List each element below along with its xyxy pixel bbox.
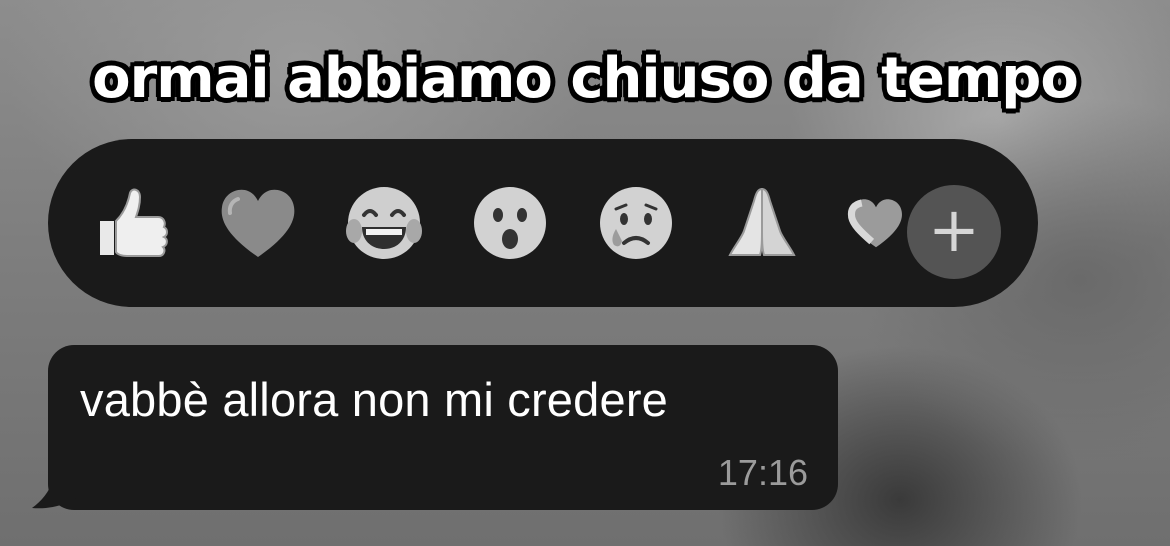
heart-partial-reaction[interactable] bbox=[846, 181, 906, 265]
tears-of-joy-icon bbox=[346, 187, 422, 259]
folded-hands-icon bbox=[728, 187, 796, 256]
video-caption: ormai abbiamo chiuso da tempo bbox=[92, 46, 1079, 111]
message-timestamp: 17:16 bbox=[717, 452, 808, 493]
crying-face-icon bbox=[600, 187, 672, 259]
surprised-face-reaction[interactable] bbox=[468, 181, 552, 265]
tears-of-joy-reaction[interactable] bbox=[342, 181, 426, 265]
crying-face-reaction[interactable] bbox=[594, 181, 678, 265]
more-reactions-button[interactable]: + bbox=[907, 185, 1001, 279]
surprised-face-icon bbox=[474, 187, 546, 259]
bubble-tail bbox=[32, 440, 88, 509]
folded-hands-reaction[interactable] bbox=[720, 181, 804, 265]
heart-reaction[interactable] bbox=[216, 181, 300, 265]
message-text: vabbè allora non mi credere bbox=[80, 373, 669, 426]
heart-icon bbox=[847, 199, 902, 248]
reaction-bar bbox=[48, 139, 1038, 307]
thumbs-up-icon bbox=[100, 188, 168, 257]
thumbs-up-reaction[interactable] bbox=[90, 181, 174, 265]
plus-icon: + bbox=[928, 193, 980, 266]
heart-icon bbox=[221, 189, 295, 257]
